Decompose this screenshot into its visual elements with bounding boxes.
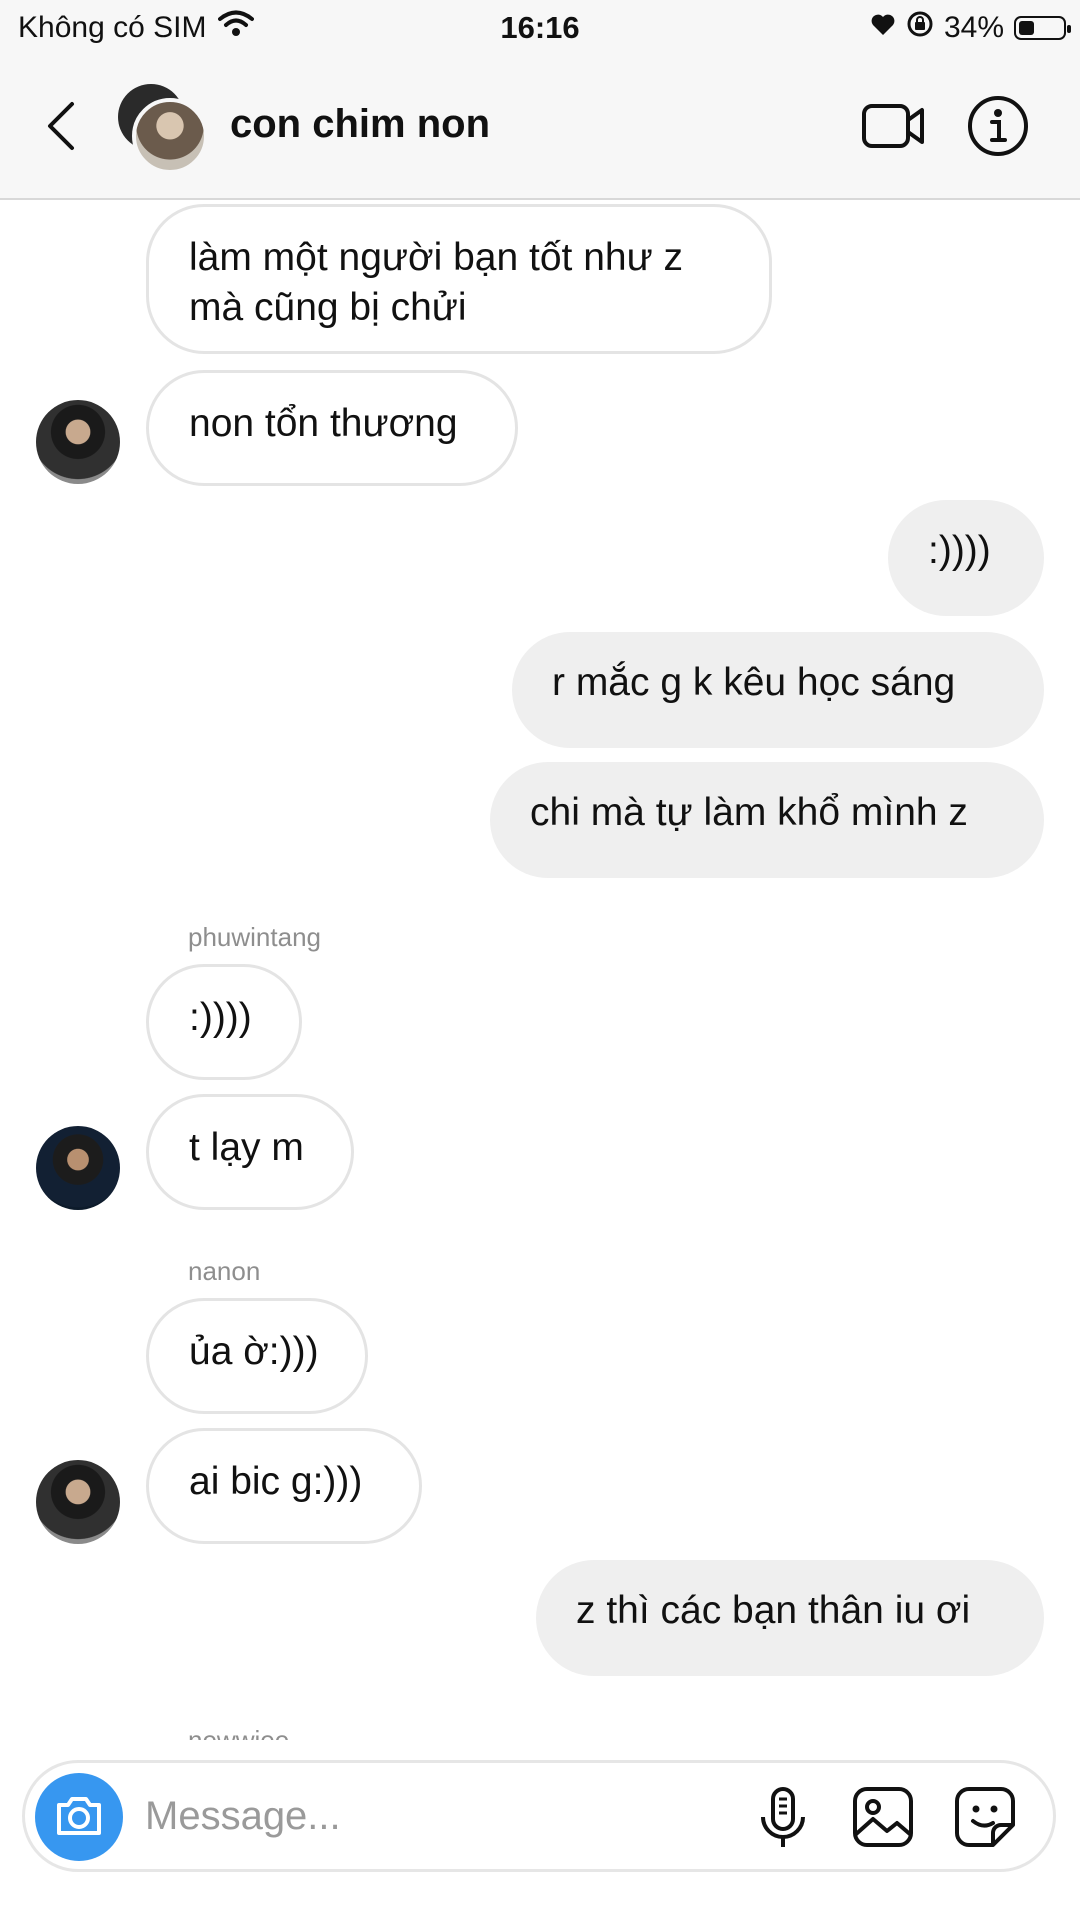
message-bubble-incoming[interactable]: t lạy m [146, 1094, 354, 1210]
voice-message-button[interactable] [755, 1787, 811, 1856]
video-camera-icon [862, 104, 924, 148]
message-bubble-incoming[interactable]: ai bic g:))) [146, 1428, 422, 1544]
message-bubble-outgoing[interactable]: z thì các bạn thân iu ơi [536, 1560, 1044, 1676]
battery-percent: 34% [943, 11, 1004, 44]
avatar [132, 98, 208, 174]
rotation-lock-icon [906, 10, 934, 46]
camera-icon [57, 1797, 101, 1835]
avatar[interactable] [36, 400, 120, 484]
camera-button[interactable] [35, 1773, 123, 1861]
heart-icon [870, 11, 896, 45]
info-button[interactable] [966, 94, 1030, 163]
back-button[interactable] [40, 98, 84, 154]
sticker-button[interactable] [953, 1785, 1017, 1854]
message-composer [22, 1760, 1056, 1872]
sender-name: phuwintang [188, 922, 321, 952]
avatar[interactable] [36, 1126, 120, 1210]
message-bubble-outgoing[interactable]: chi mà tự làm khổ mình z [490, 762, 1044, 878]
message-bubble-incoming[interactable]: ủa ờ:))) [146, 1298, 368, 1414]
info-icon [968, 96, 1028, 156]
chat-header: con chim non [0, 56, 1080, 200]
image-icon [853, 1787, 913, 1847]
message-bubble-incoming[interactable]: :)))) [146, 964, 302, 1080]
sender-name: newwiee [188, 1725, 290, 1740]
message-input[interactable] [143, 1785, 707, 1847]
microphone-icon [761, 1787, 805, 1847]
group-avatar[interactable] [118, 84, 210, 176]
gallery-button[interactable] [851, 1785, 915, 1854]
chat-title[interactable]: con chim non [230, 102, 490, 147]
message-bubble-outgoing[interactable]: r mắc g k kêu học sáng [512, 632, 1044, 748]
message-bubble-incoming[interactable]: làm một người bạn tốt như z mà cũng bị c… [146, 204, 772, 354]
status-bar: Không có SIM 16:16 34% [0, 0, 1080, 56]
avatar[interactable] [36, 1460, 120, 1544]
video-call-button[interactable] [860, 96, 928, 161]
message-bubble-incoming[interactable]: non tổn thương [146, 370, 518, 486]
sticker-icon [955, 1787, 1015, 1847]
battery-level [1019, 21, 1034, 35]
sender-name: nanon [188, 1256, 261, 1286]
battery-icon [1014, 16, 1071, 40]
message-bubble-outgoing[interactable]: :)))) [888, 500, 1044, 616]
